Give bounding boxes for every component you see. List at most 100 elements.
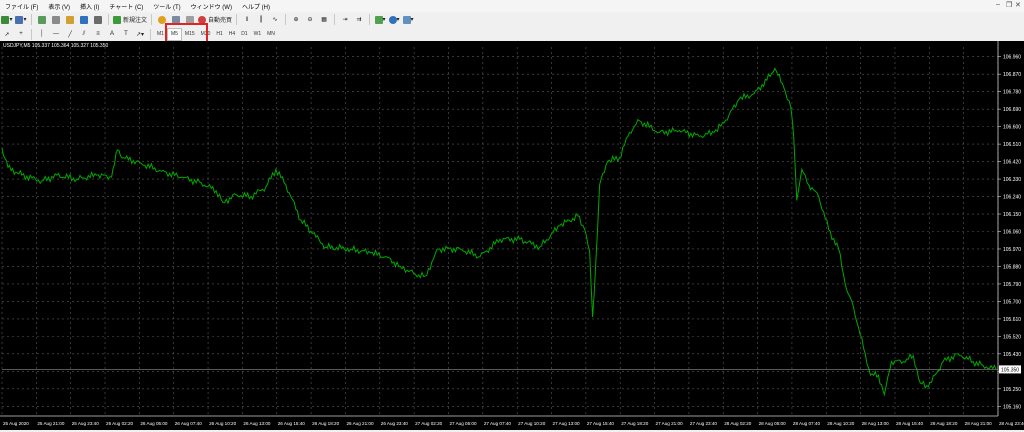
trendline-icon[interactable]: ╱ — [64, 29, 76, 40]
timeframe-h1[interactable]: H1 — [213, 29, 225, 40]
new-order-label: 新規注文 — [123, 18, 148, 24]
templates-icon[interactable]: ▾ — [402, 14, 414, 25]
time-label: 27 Aug 18:20 — [621, 421, 649, 426]
arrows-icon[interactable]: ↗▾ — [134, 29, 146, 40]
time-label: 28 Aug 15:40 — [896, 421, 924, 426]
usdjpy-price-line — [1, 67, 997, 397]
timeframe-d1[interactable]: D1 — [238, 29, 250, 40]
auto-scroll-icon[interactable]: ⇉ — [353, 14, 365, 25]
time-label: 27 Aug 10:20 — [518, 421, 546, 426]
time-label: 28 Aug 13:00 — [862, 421, 890, 426]
toolbar-separator — [369, 14, 371, 25]
crosshair-icon[interactable]: + — [15, 29, 27, 40]
new-order-button[interactable]: 新規注文 — [113, 14, 147, 25]
menu-window[interactable]: ウィンドウ (W) — [186, 2, 237, 11]
minimize-icon[interactable]: – — [996, 1, 1000, 8]
price-label: 105.250 — [1003, 387, 1021, 393]
time-label: 26 Aug 18:20 — [312, 421, 340, 426]
toolbar-separator — [31, 14, 32, 25]
price-label: 106.150 — [1003, 212, 1021, 218]
time-label: 27 Aug 07:40 — [484, 421, 512, 426]
price-label: 106.060 — [1003, 230, 1021, 236]
price-label: 106.240 — [1003, 195, 1021, 201]
cursor-icon[interactable]: ➚ — [1, 29, 13, 40]
time-label: 26 Aug 07:40 — [175, 421, 203, 426]
chart-window[interactable]: 106.960 106.870 106.780 106.690 106.600 106.5… — [0, 41, 1024, 430]
time-label: 27 Aug 23:40 — [690, 421, 718, 426]
price-label: 105.430 — [1003, 352, 1021, 358]
time-label: 25 Aug 23:40 — [72, 421, 100, 426]
current-price-label: 105.350 — [1001, 367, 1019, 373]
standard-toolbar: ▾ ▾ 新規注文 自動売買 ‖ ┃ ∿ ⊕ ⊖ ▦ ⇥ ⇉ ▾ ▾ ▾ — [0, 12, 1024, 28]
restore-icon[interactable]: ❐ — [1006, 1, 1012, 9]
time-label: 26 Aug 05:00 — [140, 421, 168, 426]
price-chart[interactable]: 106.960 106.870 106.780 106.690 106.600 106.5… — [0, 41, 1024, 430]
terminal-icon[interactable] — [78, 14, 90, 25]
time-label: 28 Aug 23:40 — [999, 421, 1024, 426]
data-window-icon[interactable] — [50, 14, 62, 25]
toolbar-separator — [31, 28, 32, 40]
time-label: 28 Aug 18:20 — [930, 421, 958, 426]
price-label: 106.330 — [1003, 177, 1021, 183]
candlestick-icon[interactable]: ┃ — [255, 14, 267, 25]
bar-chart-icon[interactable]: ‖ — [241, 14, 253, 25]
text-icon[interactable]: A — [106, 29, 118, 40]
price-label: 105.790 — [1003, 282, 1021, 288]
profiles-icon[interactable]: ▾ — [15, 14, 27, 25]
channel-icon[interactable]: ⫽ — [78, 29, 90, 40]
market-watch-icon[interactable] — [36, 14, 48, 25]
indicators-icon[interactable]: ▾ — [374, 14, 386, 25]
new-chart-icon[interactable]: ▾ — [1, 14, 13, 25]
symbol-info: USDJPY,M5 105.337 105.364 105.327 105.35… — [3, 43, 109, 49]
timeframe-mn[interactable]: MN — [264, 29, 278, 40]
auto-trading-label: 自動売買 — [208, 18, 233, 24]
line-chart-icon[interactable]: ∿ — [269, 14, 281, 25]
time-label: 26 Aug 13:00 — [243, 421, 271, 426]
price-label: 105.700 — [1003, 299, 1021, 305]
time-label: 27 Aug 13:00 — [553, 421, 581, 426]
price-label: 106.600 — [1003, 125, 1021, 131]
zoom-out-icon[interactable]: ⊖ — [304, 14, 316, 25]
toolbar-separator — [150, 28, 151, 40]
price-label: 106.870 — [1003, 72, 1021, 78]
menu-file[interactable]: ファイル (F) — [0, 2, 43, 11]
time-label: 28 Aug 07:40 — [793, 421, 821, 426]
menu-insert[interactable]: 挿入 (I) — [75, 2, 104, 11]
vertical-line-icon[interactable]: │ — [36, 29, 48, 40]
time-label: 26 Aug 21:00 — [346, 421, 374, 426]
price-label: 106.780 — [1003, 90, 1021, 96]
time-label: 26 Aug 02:20 — [106, 421, 134, 426]
toolbar-separator — [236, 14, 238, 25]
fibonacci-icon[interactable]: ≡ — [92, 29, 104, 40]
menu-chart[interactable]: チャート (C) — [104, 2, 148, 11]
price-label: 106.510 — [1003, 142, 1021, 148]
toolbar-separator — [285, 14, 287, 25]
time-label: 28 Aug 05:00 — [759, 421, 787, 426]
close-icon[interactable]: ✕ — [1015, 1, 1021, 9]
price-label: 106.960 — [1003, 55, 1021, 61]
price-label: 105.520 — [1003, 334, 1021, 340]
strategy-tester-icon[interactable] — [92, 14, 104, 25]
chart-shift-icon[interactable]: ⇥ — [339, 14, 351, 25]
horizontal-line-icon[interactable]: — — [50, 29, 62, 40]
navigator-icon[interactable] — [64, 14, 76, 25]
menu-help[interactable]: ヘルプ (H) — [237, 2, 275, 11]
time-label: 28 Aug 10:20 — [827, 421, 855, 426]
price-label: 106.690 — [1003, 107, 1021, 113]
text-label-icon[interactable]: T — [120, 29, 132, 40]
time-label: 27 Aug 15:40 — [587, 421, 615, 426]
time-label: 26 Aug 10:20 — [209, 421, 237, 426]
toolbar-separator — [108, 14, 109, 25]
tile-windows-icon[interactable]: ▦ — [318, 14, 330, 25]
periods-icon[interactable]: ▾ — [388, 14, 400, 25]
objects-periodicity-toolbar: ➚ + │ — ╱ ⫽ ≡ A T ↗▾ M1 M5 M15 M30 H1 H4… — [0, 27, 1024, 42]
menu-view[interactable]: 表示 (V) — [43, 2, 75, 11]
zoom-in-icon[interactable]: ⊕ — [290, 14, 302, 25]
timeframe-w1[interactable]: W1 — [251, 29, 265, 40]
menu-tools[interactable]: ツール (T) — [148, 2, 185, 11]
time-label: 27 Aug 05:00 — [449, 421, 477, 426]
price-label: 105.610 — [1003, 317, 1021, 323]
toolbar-separator — [334, 14, 336, 25]
timeframe-h4[interactable]: H4 — [226, 29, 238, 40]
time-label: 27 Aug 02:20 — [415, 421, 443, 426]
